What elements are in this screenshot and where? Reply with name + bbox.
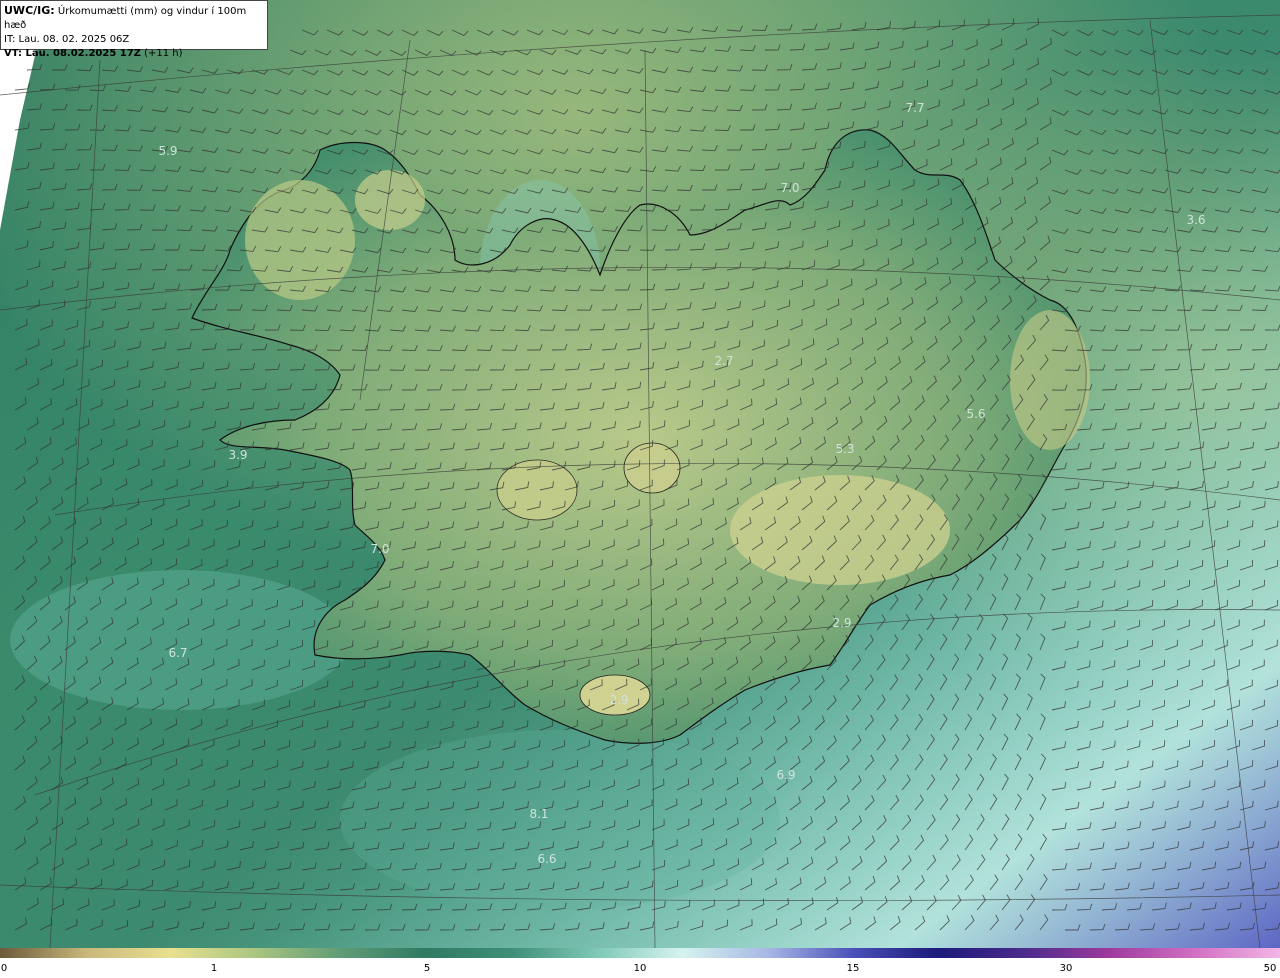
label-reykjanes: 7.0 <box>370 542 389 556</box>
label-nw-sea: 5.9 <box>158 144 177 158</box>
label-north-coast: 7.0 <box>780 181 799 195</box>
label-snaefellsnes: 3.9 <box>228 448 247 462</box>
colorbar-tick-10: 10 <box>633 963 647 974</box>
label-south-sea-3: 6.9 <box>776 768 795 782</box>
label-ne-sea: 3.6 <box>1186 213 1205 227</box>
map-info-box: UWC/IG: Úrkomumætti (mm) og vindur í 100… <box>0 0 268 59</box>
colorbar: 0 1 5 10 15 30 50 <box>0 948 1280 978</box>
colorbar-tick-50: 50 <box>1263 963 1277 974</box>
forecast-offset: (+11 h) <box>144 48 183 59</box>
label-interior: 2.7 <box>714 354 733 368</box>
precipitation-map: 5.9 7.7 7.0 3.6 2.7 5.6 5.3 3.9 7.0 6.7 … <box>0 0 1280 948</box>
valid-time-line: VT: Lau. 08.02.2025 17Z (+11 h) <box>4 47 264 61</box>
label-sw-sea: 6.7 <box>168 646 187 660</box>
model-name: UWC/IG: <box>4 4 55 17</box>
label-east: 5.6 <box>966 407 985 421</box>
colorbar-gradient <box>0 948 1280 958</box>
colorbar-tick-15: 15 <box>846 963 860 974</box>
label-southeast: 2.9 <box>832 616 851 630</box>
colorbar-tick-1: 1 <box>210 963 218 974</box>
issue-time: IT: Lau. 08. 02. 2025 06Z <box>4 34 130 45</box>
label-south-sea-2: 6.6 <box>537 852 556 866</box>
colorbar-tick-5: 5 <box>423 963 431 974</box>
map-title-line: UWC/IG: Úrkomumætti (mm) og vindur í 100… <box>4 4 264 33</box>
colorbar-tick-30: 30 <box>1059 963 1073 974</box>
colorbar-tick-0: 0 <box>0 963 8 974</box>
label-south: 2.9 <box>609 693 628 707</box>
label-south-sea-1: 8.1 <box>529 807 548 821</box>
valid-time: VT: Lau. 08.02.2025 17Z <box>4 48 141 59</box>
label-north-sea: 7.7 <box>905 101 924 115</box>
label-central: 5.3 <box>835 442 854 456</box>
